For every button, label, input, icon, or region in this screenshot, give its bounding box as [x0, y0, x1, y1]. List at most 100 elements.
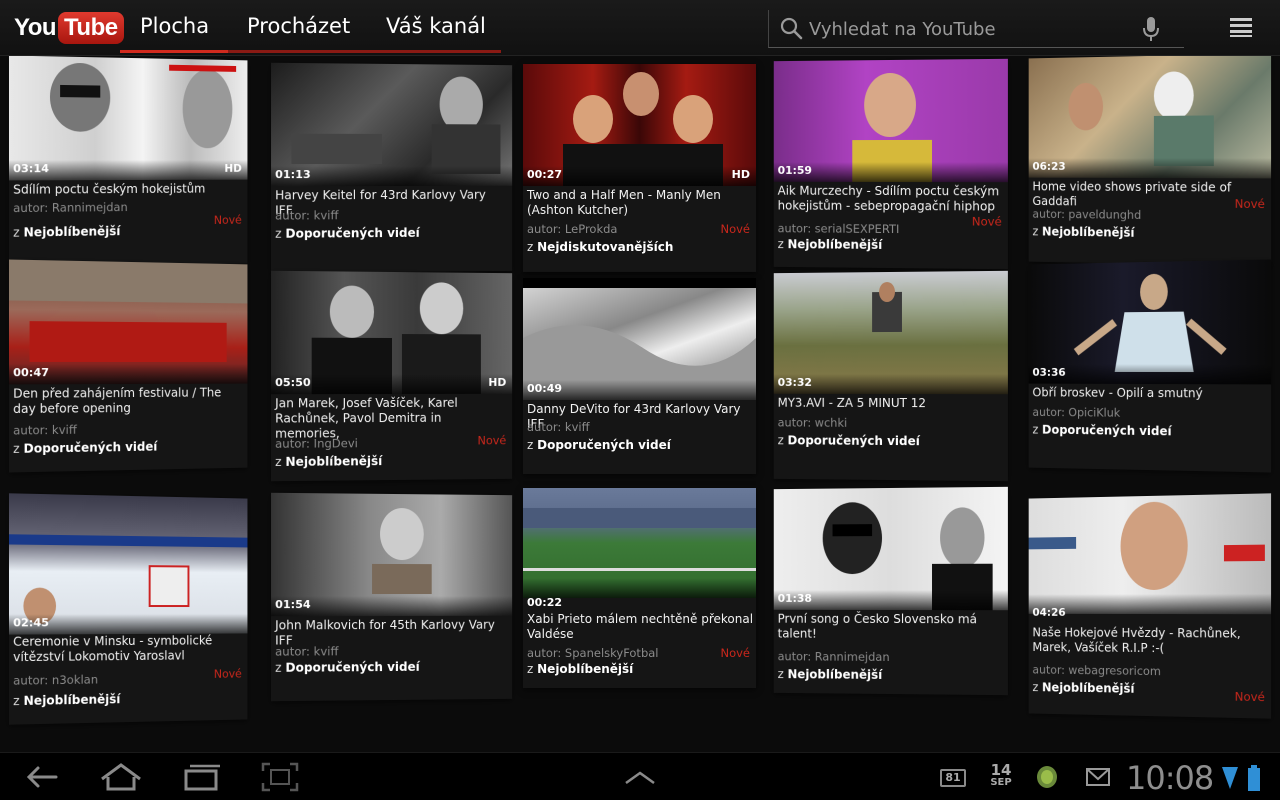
video-source[interactable]: z Nejoblíbenější	[13, 692, 120, 708]
video-author[interactable]: autor: IngDevi	[275, 436, 358, 451]
source-label: Nejdiskutovanějších	[537, 240, 674, 254]
notification-badge[interactable]: 81	[940, 769, 966, 787]
video-author[interactable]: autor: kviff	[527, 420, 590, 434]
video-duration: 05:50	[275, 376, 311, 390]
clock[interactable]: 10:08	[1126, 759, 1214, 797]
video-title[interactable]: Sdílím poctu českým hokejistům	[13, 182, 242, 198]
microphone-icon[interactable]	[1141, 16, 1161, 42]
video-title[interactable]: Xabi Prieto málem nechtěně překonal Vald…	[527, 612, 756, 642]
date-month: SEP	[990, 777, 1012, 788]
video-title[interactable]: Jan Marek, Josef Vašíček, Karel Rachůnek…	[275, 396, 506, 442]
video-card[interactable]: 03:32 MY3.AVI - ZA 5 MINUT 12 autor: wch…	[773, 270, 1008, 482]
tab-prochazet[interactable]: Procházet	[247, 14, 350, 44]
video-title[interactable]: MY3.AVI - ZA 5 MINUT 12	[778, 396, 1008, 412]
tab-plocha[interactable]: Plocha	[140, 14, 209, 44]
video-author[interactable]: autor: webagresoricom	[1032, 663, 1161, 678]
video-source[interactable]: z Doporučených videí	[275, 226, 420, 241]
chevron-up-icon[interactable]	[620, 761, 660, 793]
logo-tube-text: Tube	[58, 12, 124, 44]
video-card[interactable]: 00:22 Xabi Prieto málem nechtěně překona…	[523, 488, 756, 688]
menu-icon[interactable]	[1228, 16, 1254, 38]
video-source[interactable]: z Doporučených videí	[527, 438, 671, 452]
video-card[interactable]: 01:13 Harvey Keitel for 43rd Karlovy Var…	[271, 62, 513, 274]
gmail-icon[interactable]	[1086, 767, 1110, 787]
source-label: Doporučených videí	[1041, 422, 1172, 439]
video-source[interactable]: z Nejoblíbenější	[1032, 680, 1134, 695]
video-card[interactable]: 00:47 Den před zahájením festivalu / The…	[8, 259, 248, 473]
video-title[interactable]: Ceremonie v Minsku - symbolické vítězstv…	[13, 633, 242, 665]
video-title[interactable]: Naše Hokejové Hvězdy - Rachůnek, Marek, …	[1032, 626, 1260, 658]
video-title[interactable]: Obří broskev - Opilí a smutný	[1032, 386, 1260, 402]
youtube-logo[interactable]: You Tube	[14, 10, 124, 46]
search-box[interactable]	[768, 10, 1184, 48]
video-thumbnail[interactable]	[523, 488, 756, 598]
video-author[interactable]: autor: OpiciKluk	[1032, 405, 1120, 420]
video-source[interactable]: z Nejoblíbenější	[275, 454, 382, 469]
video-source[interactable]: z Nejdiskutovanějších	[527, 240, 673, 254]
video-card[interactable]: 03:36 Obří broskev - Opilí a smutný auto…	[1028, 259, 1272, 473]
new-badge: Nové	[213, 666, 242, 681]
video-source[interactable]: z Nejoblíbenější	[1032, 225, 1134, 240]
recent-apps-icon[interactable]	[182, 761, 222, 793]
back-icon[interactable]	[22, 761, 62, 793]
video-card[interactable]: 04:26 Naše Hokejové Hvězdy - Rachůnek, M…	[1028, 493, 1272, 719]
video-title[interactable]: Den před zahájením festivalu / The day b…	[13, 386, 242, 418]
tab-divider-line	[370, 50, 501, 53]
source-label: Nejoblíbenější	[787, 237, 883, 252]
source-prefix: z	[1032, 680, 1039, 695]
new-badge: Nové	[720, 646, 750, 660]
video-title[interactable]: Two and a Half Men - Manly Men (Ashton K…	[527, 188, 756, 218]
video-source[interactable]: z Doporučených videí	[778, 433, 920, 448]
video-card[interactable]: 03:14 HD Sdílím poctu českým hokejistům …	[8, 55, 248, 269]
video-thumbnail[interactable]	[1028, 493, 1272, 615]
video-author[interactable]: autor: LeProkda	[527, 222, 617, 236]
hd-badge: HD	[488, 376, 507, 389]
thumbnail-image	[1028, 501, 1265, 591]
video-card[interactable]: 01:54 John Malkovich for 45th Karlovy Va…	[271, 492, 513, 702]
source-prefix: z	[1032, 224, 1039, 239]
wifi-icon	[1222, 767, 1238, 789]
video-source[interactable]: z Doporučených videí	[13, 440, 157, 456]
source-prefix: z	[777, 433, 784, 448]
video-source[interactable]: z Doporučených videí	[275, 660, 420, 675]
video-duration: 03:32	[777, 376, 812, 389]
video-author[interactable]: autor: paveldunghd	[1032, 207, 1141, 222]
video-author[interactable]: autor: Rannimejdan	[778, 649, 890, 664]
video-card[interactable]: 06:23 Home video shows private side of G…	[1028, 53, 1272, 267]
video-duration: 06:23	[1032, 160, 1066, 173]
video-author[interactable]: autor: wchki	[778, 416, 847, 430]
video-title[interactable]: Aik Murczechy - Sdílím poctu českým hoke…	[778, 184, 1008, 215]
video-source[interactable]: z Nejoblíbenější	[13, 224, 120, 240]
video-author[interactable]: autor: kviff	[275, 644, 338, 658]
new-badge: Nové	[477, 433, 507, 448]
calendar-icon[interactable]: 14 SEP	[986, 763, 1016, 793]
video-thumbnail[interactable]	[8, 493, 248, 635]
video-author[interactable]: autor: Rannimejdan	[13, 200, 128, 215]
video-card[interactable]: 01:59 Aik Murczechy - Sdílím poctu český…	[773, 58, 1008, 270]
android-icon[interactable]	[1034, 763, 1060, 791]
video-author[interactable]: autor: kviff	[275, 208, 338, 222]
screenshot-icon[interactable]	[260, 761, 300, 793]
video-title[interactable]: První song o Česko Slovensko má talent!	[778, 612, 1008, 643]
tab-vas-kanal[interactable]: Váš kanál	[386, 14, 486, 44]
video-card[interactable]: 00:27 HD Two and a Half Men - Manly Men …	[523, 64, 756, 272]
video-card[interactable]: 01:38 První song o Česko Slovensko má ta…	[773, 486, 1008, 696]
video-source[interactable]: z Doporučených videí	[1032, 423, 1171, 439]
video-author[interactable]: autor: SpanelskyFotbal	[527, 646, 658, 660]
tab-active-indicator	[120, 50, 228, 53]
video-source[interactable]: z Nejoblíbenější	[778, 667, 883, 682]
search-input[interactable]	[809, 16, 1129, 42]
video-author[interactable]: autor: n3oklan	[13, 672, 98, 687]
video-author[interactable]: autor: kviff	[13, 423, 77, 438]
source-prefix: z	[275, 660, 282, 675]
video-card[interactable]: 00:49 Danny DeVito for 43rd Karlovy Vary…	[523, 278, 756, 474]
home-icon[interactable]	[98, 761, 144, 793]
video-card[interactable]: 05:50 HD Jan Marek, Josef Vašíček, Karel…	[271, 270, 513, 482]
video-source[interactable]: z Nejoblíbenější	[527, 662, 633, 676]
search-icon[interactable]	[779, 16, 803, 40]
source-prefix: z	[275, 454, 282, 470]
video-card[interactable]: 02:45 Ceremonie v Minsku - symbolické ví…	[8, 493, 248, 725]
video-source[interactable]: z Nejoblíbenější	[778, 237, 883, 252]
video-author[interactable]: autor: serialSEXPERTI	[778, 221, 900, 236]
source-label: Doporučených videí	[285, 225, 420, 241]
